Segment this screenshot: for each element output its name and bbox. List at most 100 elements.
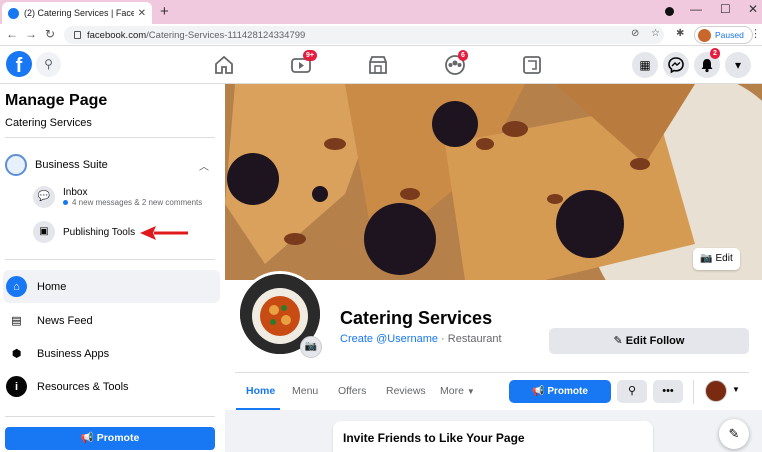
info-icon: i <box>6 376 27 397</box>
notifications-badge: 2 <box>710 48 720 59</box>
inbox-label: Inbox <box>63 187 88 198</box>
minimize-icon[interactable]: — <box>690 2 702 16</box>
more-options-button[interactable]: ••• <box>653 380 683 403</box>
profile-avatar <box>698 28 711 42</box>
promote-label: Promote <box>96 432 140 444</box>
profile-paused-button[interactable]: Paused <box>694 26 753 44</box>
sidebar-item-label: Business Apps <box>37 347 110 360</box>
watch-nav-icon[interactable]: 9+ <box>290 50 317 76</box>
back-icon[interactable]: ← <box>6 27 18 41</box>
business-suite-item[interactable]: Business Suite ︿ <box>5 153 215 177</box>
menu-grid-icon[interactable]: ▦ <box>632 52 658 78</box>
maximize-icon[interactable]: ☐ <box>720 2 731 16</box>
page-category: · Restaurant <box>437 333 502 345</box>
marketplace-nav-icon[interactable] <box>367 54 389 76</box>
cover-photo <box>225 84 762 280</box>
tab-reviews[interactable]: Reviews <box>386 385 426 397</box>
groups-badge: 6 <box>458 50 468 61</box>
forward-icon[interactable]: → <box>25 27 37 41</box>
tab-home[interactable]: Home <box>246 385 275 397</box>
megaphone-icon: 📢 <box>80 432 97 444</box>
chevron-down-icon: ▼ <box>466 387 475 396</box>
sidebar-title: Manage Page <box>5 92 108 109</box>
browser-toolbar: ← → ↻ facebook.com/Catering-Services-111… <box>0 24 762 46</box>
page-title: Catering Services <box>340 308 493 328</box>
reload-icon[interactable]: ↻ <box>45 27 55 41</box>
promote-button[interactable]: 📢 Promote <box>509 380 611 403</box>
facebook-header: f ⚲ 9+ 6 ▦ 2 ▾ <box>0 46 762 84</box>
manage-page-sidebar: Manage Page Catering Services Business S… <box>0 84 225 452</box>
divider <box>5 259 215 260</box>
browser-tabstrip: (2) Catering Services | Facebook ✕ + — ☐… <box>0 0 762 24</box>
facebook-favicon-icon <box>8 7 19 19</box>
record-icon <box>665 7 674 16</box>
eye-off-icon[interactable]: ⊘ <box>631 28 639 39</box>
invite-title: Invite Friends to Like Your Page <box>343 431 525 445</box>
edit-cover-button[interactable]: 📷 Edit <box>693 248 740 270</box>
more-dots-icon: ••• <box>662 385 674 397</box>
lock-icon <box>74 31 81 39</box>
search-icon[interactable]: ⚲ <box>36 52 61 77</box>
close-tab-icon[interactable]: ✕ <box>138 8 146 19</box>
page-search-button[interactable]: ⚲ <box>617 380 647 403</box>
inbox-meta-text: 4 new messages & 2 new comments <box>72 198 203 207</box>
browser-menu-icon[interactable]: ⋮ <box>750 27 761 40</box>
sidebar-promote-button[interactable]: 📢 Promote <box>5 427 215 450</box>
sidebar-item-label: Home <box>37 280 67 293</box>
edit-follow-label: Edit Follow <box>625 335 685 347</box>
edit-follow-button[interactable]: ✎ Edit Follow <box>549 328 749 354</box>
news-feed-icon: ▤ <box>6 310 27 331</box>
tab-title: (2) Catering Services | Facebook <box>24 8 134 18</box>
home-icon: ⌂ <box>6 276 27 297</box>
close-window-icon[interactable]: ✕ <box>748 2 758 16</box>
invite-friends-card: Invite Friends to Like Your Page <box>333 421 653 452</box>
sidebar-item-resources-tools[interactable]: i Resources & Tools <box>3 370 220 403</box>
edit-cover-label: Edit <box>715 253 733 264</box>
sidebar-page-name: Catering Services <box>5 117 92 129</box>
unread-dot-icon <box>63 200 68 205</box>
pages-nav-icon[interactable] <box>521 54 543 76</box>
new-tab-icon[interactable]: + <box>160 3 169 20</box>
bookmark-star-icon[interactable]: ☆ <box>651 28 660 39</box>
create-username-link[interactable]: Create @Username <box>340 333 438 345</box>
sidebar-item-label: News Feed <box>37 314 93 327</box>
address-bar[interactable]: facebook.com/Catering-Services-111428124… <box>64 26 664 44</box>
business-suite-label: Business Suite <box>35 159 108 171</box>
facebook-logo-icon[interactable]: f <box>6 51 32 77</box>
page-meta: Create @Username · Restaurant <box>340 333 502 345</box>
browser-tab[interactable]: (2) Catering Services | Facebook ✕ <box>2 2 152 24</box>
divider <box>235 372 749 373</box>
page-avatar[interactable] <box>705 380 727 402</box>
watch-badge: 9+ <box>303 50 317 61</box>
sidebar-item-label: Resources & Tools <box>37 380 129 393</box>
sidebar-item-news-feed[interactable]: ▤ News Feed <box>3 304 220 337</box>
notifications-bell-icon[interactable]: 2 <box>694 48 720 78</box>
url-path: /Catering-Services-111428124334799 <box>146 29 306 41</box>
business-suite-icon <box>5 154 27 176</box>
tab-offers[interactable]: Offers <box>338 385 366 397</box>
messenger-icon[interactable] <box>663 52 689 78</box>
search-icon: ⚲ <box>627 385 637 397</box>
publishing-tools-item[interactable]: ▣ Publishing Tools <box>33 221 135 243</box>
tab-menu[interactable]: Menu <box>292 385 318 397</box>
chevron-up-icon[interactable]: ︿ <box>199 158 209 173</box>
compose-message-icon[interactable]: ✎ <box>719 419 749 449</box>
chevron-down-icon[interactable]: ▼ <box>732 385 740 394</box>
extensions-icon[interactable]: ✱ <box>676 28 684 39</box>
groups-nav-icon[interactable]: 6 <box>444 50 468 76</box>
cube-icon: ⬢ <box>6 343 27 364</box>
red-arrow-annotation <box>140 226 188 240</box>
sidebar-item-business-apps[interactable]: ⬢ Business Apps <box>3 337 220 370</box>
divider <box>693 380 694 404</box>
inbox-item[interactable]: 💬 Inbox 4 new messages & 2 new comments <box>33 186 202 208</box>
tab-more[interactable]: More ▼ <box>440 385 475 397</box>
inbox-meta: 4 new messages & 2 new comments <box>63 198 202 207</box>
profile-status: Paused <box>715 30 744 40</box>
megaphone-icon: 📢 <box>532 386 548 397</box>
profile-camera-icon[interactable]: 📷 <box>300 336 322 358</box>
home-nav-icon[interactable] <box>213 54 235 76</box>
sidebar-item-home[interactable]: ⌂ Home <box>3 270 220 303</box>
account-chevron-icon[interactable]: ▾ <box>725 52 751 78</box>
publishing-tools-icon: ▣ <box>33 221 55 243</box>
divider <box>5 137 215 138</box>
